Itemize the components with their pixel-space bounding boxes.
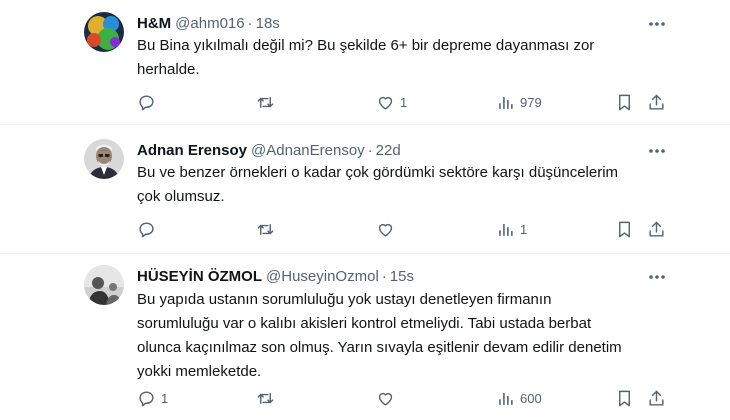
bookmark-button[interactable] (615, 90, 634, 114)
timestamp[interactable]: 18s (256, 15, 280, 32)
share-button[interactable] (647, 217, 666, 241)
tweet-text: Bu yapıda ustanın sorumluluğu yok ustayı… (137, 288, 657, 384)
author-name[interactable]: Adnan Erensoy (137, 142, 247, 159)
more-options-icon[interactable] (645, 267, 669, 287)
share-button[interactable] (647, 386, 666, 410)
like-count: 1 (400, 94, 408, 110)
share-icon (649, 94, 664, 110)
tweet-text-line: Bu Bina yıkılmalı değil mi? Bu şekilde 6… (137, 37, 595, 54)
tweet[interactable]: HÜSEYİN ÖZMOL @HuseyinOzmol · 15s Bu yap… (0, 255, 730, 420)
share-icon (649, 221, 664, 237)
author-handle[interactable]: @ahm016 (175, 15, 244, 32)
tweet-text: Bu ve benzer örnekleri o kadar çok gördü… (137, 161, 657, 209)
avatar[interactable] (84, 139, 124, 179)
timestamp[interactable]: 22d (376, 142, 401, 159)
views-icon (499, 392, 513, 405)
view-count: 979 (520, 94, 542, 110)
author-name[interactable]: HÜSEYİN ÖZMOL (137, 268, 262, 285)
avatar[interactable] (84, 265, 124, 305)
author-name[interactable]: H&M (137, 15, 171, 32)
separator: · (247, 14, 253, 32)
reply-button[interactable] (137, 90, 156, 114)
timestamp[interactable]: 15s (390, 268, 414, 285)
tweet-text-line: Bu yapıda ustanın sorumluluğu yok ustayı… (137, 291, 552, 308)
share-button[interactable] (647, 90, 666, 114)
views-button[interactable]: 979 (496, 90, 542, 114)
heart-icon (378, 96, 393, 110)
views-icon (499, 223, 513, 236)
action-bar: 1 979 (0, 90, 730, 114)
views-button[interactable]: 1 (496, 217, 527, 241)
heart-icon (378, 392, 393, 406)
heart-icon (378, 223, 393, 237)
bookmark-icon (619, 221, 630, 237)
action-bar: 1 600 (0, 386, 730, 410)
tweet-text: Bu Bina yıkılmalı değil mi? Bu şekilde 6… (137, 34, 657, 82)
action-bar: 1 (0, 217, 730, 241)
tweet-text-line: çok olumsuz. (137, 188, 225, 205)
like-button[interactable] (376, 217, 395, 241)
reply-icon (139, 221, 154, 237)
views-button[interactable]: 600 (496, 386, 542, 410)
author-handle[interactable]: @HuseyinOzmol (266, 268, 379, 285)
retweet-icon (257, 96, 274, 108)
author-handle[interactable]: @AdnanErensoy (251, 142, 365, 159)
retweet-button[interactable] (256, 217, 275, 241)
tweet-text-line: yokki memleketde. (137, 363, 262, 380)
avatar[interactable] (84, 12, 124, 52)
retweet-button[interactable] (256, 90, 275, 114)
tweet-text-line: sorumluluğu var o kalıbı akisleri kontro… (137, 315, 592, 332)
separator: · (367, 141, 373, 159)
views-icon (499, 96, 513, 109)
tweet[interactable]: Adnan Erensoy @AdnanErensoy · 22d Bu ve … (0, 126, 730, 254)
retweet-icon (257, 223, 274, 235)
tweet[interactable]: H&M @ahm016 · 18s Bu Bina yıkılmalı deği… (0, 0, 730, 125)
reply-icon (139, 94, 154, 110)
view-count: 1 (520, 221, 528, 237)
reply-count: 1 (161, 390, 169, 406)
reply-icon (139, 390, 154, 406)
reply-button[interactable]: 1 (137, 386, 168, 410)
view-count: 600 (520, 390, 542, 406)
more-options-icon[interactable] (645, 14, 669, 34)
share-icon (649, 390, 664, 406)
tweet-text-line: herhalde. (137, 61, 200, 78)
retweet-icon (257, 392, 274, 404)
bookmark-button[interactable] (615, 386, 634, 410)
bookmark-icon (619, 390, 630, 406)
tweet-text-line: Bu ve benzer örnekleri o kadar çok gördü… (137, 164, 619, 181)
separator: · (381, 267, 387, 285)
like-button[interactable]: 1 (376, 90, 407, 114)
tweet-text-line: olunca kaçınılmaz son olmuş. Yarın sıvay… (137, 339, 622, 356)
bookmark-button[interactable] (615, 217, 634, 241)
like-button[interactable] (376, 386, 395, 410)
retweet-button[interactable] (256, 386, 275, 410)
more-options-icon[interactable] (645, 141, 669, 161)
reply-button[interactable] (137, 217, 156, 241)
bookmark-icon (619, 94, 630, 110)
